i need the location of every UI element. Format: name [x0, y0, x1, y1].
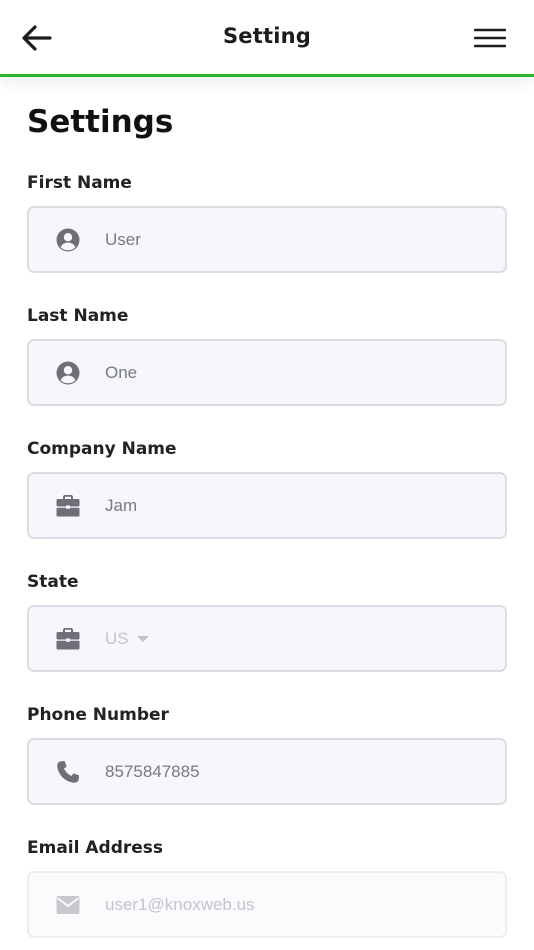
- state-group: State US: [27, 568, 507, 672]
- company-name-field[interactable]: Jam: [27, 472, 507, 539]
- user-circle-icon: [55, 360, 81, 386]
- email-address-group: Email Address user1@knoxweb.us: [27, 834, 507, 938]
- first-name-label: First Name: [27, 173, 132, 193]
- last-name-field[interactable]: One: [27, 339, 507, 406]
- phone-number-value: 8575847885: [105, 761, 200, 781]
- phone-icon: [55, 759, 81, 785]
- last-name-group: Last Name One: [27, 302, 507, 406]
- envelope-icon: [55, 892, 81, 918]
- menu-button[interactable]: [472, 24, 508, 52]
- first-name-group: First Name User: [27, 169, 507, 273]
- company-name-value: Jam: [105, 495, 138, 515]
- phone-number-label: Phone Number: [27, 705, 169, 725]
- settings-form: Settings First Name User Last Name One C…: [0, 77, 534, 950]
- company-name-group: Company Name Jam: [27, 435, 507, 539]
- state-select[interactable]: US: [27, 605, 507, 672]
- user-circle-icon: [55, 227, 81, 253]
- state-value: US: [105, 628, 129, 648]
- caret-down-icon: [136, 635, 149, 642]
- first-name-value: User: [105, 229, 141, 249]
- last-name-label: Last Name: [27, 306, 129, 326]
- company-name-label: Company Name: [27, 439, 177, 459]
- state-label: State: [27, 572, 79, 592]
- page-title: Settings: [27, 104, 174, 140]
- email-address-value: user1@knoxweb.us: [105, 894, 255, 914]
- email-address-label: Email Address: [27, 838, 164, 858]
- hamburger-menu-icon: [474, 28, 506, 48]
- briefcase-icon: [55, 493, 81, 519]
- state-dropdown[interactable]: US: [81, 629, 149, 649]
- briefcase-icon: [55, 626, 81, 652]
- email-address-field[interactable]: user1@knoxweb.us: [27, 871, 507, 938]
- app-bar-title: Setting: [222, 24, 312, 48]
- app-bar: Setting: [0, 0, 534, 77]
- first-name-field[interactable]: User: [27, 206, 507, 273]
- phone-number-field[interactable]: 8575847885: [27, 738, 507, 805]
- last-name-value: One: [105, 362, 138, 382]
- phone-number-group: Phone Number 8575847885: [27, 701, 507, 805]
